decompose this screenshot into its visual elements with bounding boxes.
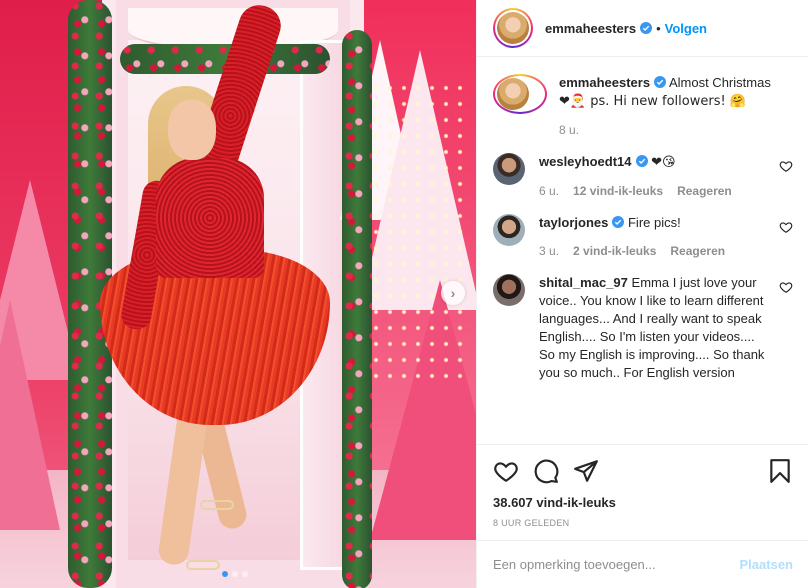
carousel-next-button[interactable]: › xyxy=(441,281,465,305)
comment-likes[interactable]: 12 vind-ik-leuks xyxy=(573,182,663,200)
separator: • xyxy=(656,20,661,36)
face xyxy=(168,100,216,160)
post-comment-button[interactable]: Plaatsen xyxy=(740,557,793,572)
avatar[interactable] xyxy=(493,214,525,246)
caption-text-line2: ❤🎅 ps. Hi new followers! 🤗 xyxy=(559,94,747,109)
caption-text: Almost Christmas xyxy=(668,75,771,90)
likes-count[interactable]: 38.607 vind-ik-leuks xyxy=(493,495,793,510)
comment-item: wesleyhoedt14 ❤😘 6 u. 12 vind-ik-leuks R… xyxy=(493,153,793,200)
reply-button[interactable]: Reageren xyxy=(677,182,732,200)
action-bar: 38.607 vind-ik-leuks 8 UUR GELEDEN xyxy=(477,444,808,528)
sequin-bodice xyxy=(156,158,264,278)
add-comment-bar: Plaatsen xyxy=(477,540,808,588)
caption-time[interactable]: 8 u. xyxy=(559,121,579,139)
caption-username[interactable]: emmaheesters xyxy=(559,75,650,90)
comment-time[interactable]: 6 u. xyxy=(539,182,559,200)
chevron-right-icon: › xyxy=(450,285,456,301)
shoe xyxy=(186,560,220,570)
heart-outline-icon[interactable] xyxy=(493,458,519,484)
verified-icon xyxy=(640,22,653,34)
comment-username[interactable]: taylorjones xyxy=(539,215,608,230)
avatar-story-ring[interactable] xyxy=(493,8,533,48)
avatar-story-ring[interactable] xyxy=(493,74,547,114)
comment-item: shital_mac_97 Emma I just love your voic… xyxy=(493,274,793,382)
carousel-dot xyxy=(242,571,248,577)
comment-time[interactable]: 3 u. xyxy=(539,242,559,260)
avatar[interactable] xyxy=(497,12,529,44)
verified-icon xyxy=(635,155,648,167)
avatar[interactable] xyxy=(493,153,525,185)
garland xyxy=(342,30,372,588)
comment-text: Fire pics! xyxy=(627,215,681,230)
avatar[interactable] xyxy=(497,78,529,110)
post-time[interactable]: 8 UUR GELEDEN xyxy=(493,518,793,528)
post-panel: emmaheesters • Volgen emmaheesters Almos… xyxy=(476,0,808,588)
bookmark-icon[interactable] xyxy=(767,458,793,484)
verified-icon xyxy=(654,76,667,88)
comment-likes[interactable]: 2 vind-ik-leuks xyxy=(573,242,656,260)
carousel-dot xyxy=(222,571,228,577)
caption: emmaheesters Almost Christmas ❤🎅 ps. Hi … xyxy=(493,74,793,139)
share-icon[interactable] xyxy=(573,458,599,484)
shoe xyxy=(200,500,234,510)
carousel-indicator xyxy=(222,571,248,577)
follow-button[interactable]: Volgen xyxy=(665,21,707,36)
post-photo[interactable]: › xyxy=(0,0,476,588)
heart-outline-icon[interactable] xyxy=(779,280,793,294)
heart-outline-icon[interactable] xyxy=(779,159,793,173)
author-username[interactable]: emmaheesters xyxy=(545,21,636,36)
comment-text: ❤😘 xyxy=(651,155,676,170)
comment-icon[interactable] xyxy=(533,458,559,484)
comment-username[interactable]: shital_mac_97 xyxy=(539,275,628,290)
post-header: emmaheesters • Volgen xyxy=(477,0,808,57)
avatar[interactable] xyxy=(493,274,525,306)
comment-text: Emma I just love your voice.. You know I… xyxy=(539,275,765,380)
comment-username[interactable]: wesleyhoedt14 xyxy=(539,154,632,169)
reply-button[interactable]: Reageren xyxy=(670,242,725,260)
pink-tree xyxy=(0,300,60,530)
comment-input[interactable] xyxy=(493,557,740,572)
comment-item: taylorjones Fire pics! 3 u. 2 vind-ik-le… xyxy=(493,214,793,260)
heart-outline-icon[interactable] xyxy=(779,220,793,234)
carousel-dot xyxy=(232,571,238,577)
comments-list[interactable]: emmaheesters Almost Christmas ❤🎅 ps. Hi … xyxy=(477,58,808,444)
verified-icon xyxy=(612,216,625,228)
